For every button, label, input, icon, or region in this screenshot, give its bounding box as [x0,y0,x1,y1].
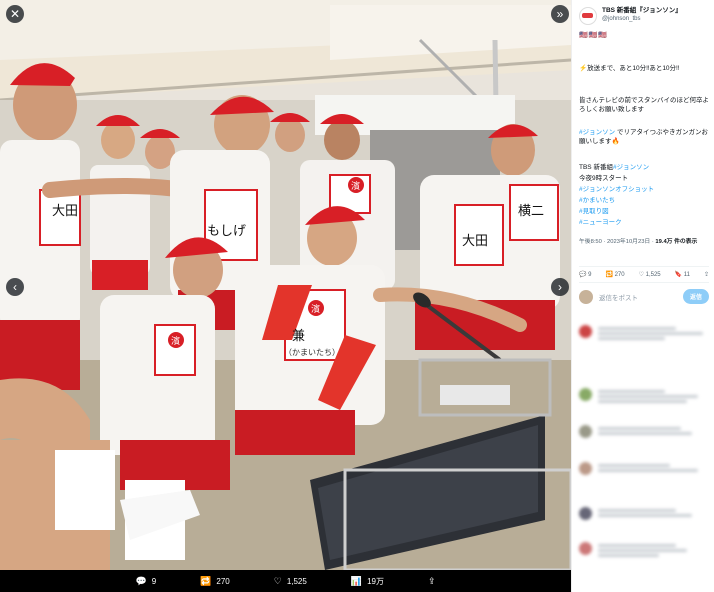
tweet-header: TBS 新番組『ジョンソン』 @johnson_tbs [579,7,682,25]
retweet-count: 270 [614,272,625,278]
reply-item[interactable] [579,542,709,559]
share-action[interactable]: ⇪ [428,576,436,587]
bib-logo: 濱 [171,335,180,347]
hashtag-link[interactable]: #ジョンソンオフショット [579,185,709,194]
reply-item[interactable] [579,507,709,520]
reply-stat[interactable]: 💬 9 [579,271,591,278]
tweet-meta: 午後8:50 · 2023年10月23日 · 19.4万 件の表示 [579,236,711,245]
hashtag-link[interactable]: #見取り図 [579,207,709,216]
like-count: 1,525 [286,576,307,586]
expand-sidebar-icon[interactable]: » [551,5,569,23]
reply-count: 9 [588,272,592,278]
bib-label: 横二 [518,204,544,219]
bib-label: 大田 [462,234,488,249]
bib-sub-label: （かまいたち） [284,348,340,357]
share-stat[interactable]: ⇪ [704,271,709,278]
next-image-icon[interactable]: › [551,278,569,296]
avatar [579,289,593,304]
account-handle[interactable]: @johnson_tbs [602,15,682,23]
retweet-icon: 🔁 [200,575,212,586]
tweet-text-line: TBS 新番組#ジョンソン [579,163,709,172]
tweet-photo[interactable]: 大田 横二 もしげ 兼 （かまいたち） 大田 濱 濱 濱 ✕ » ‹ › 💬 9 … [0,0,571,592]
retweet-stat[interactable]: 🔁 270 [605,271,624,278]
view-count: 19.4万 件の表示 [655,239,698,245]
account-name[interactable]: TBS 新番組『ジョンソン』 [602,7,682,15]
retweet-action[interactable]: 🔁 270 [200,576,230,587]
bib-label: 大田 [52,204,78,219]
bookmark-stat[interactable]: 🔖 11 [675,271,690,278]
bib-label: もしげ [207,224,246,239]
tweet-text-line: 今夜9時スタート [579,175,629,182]
heart-icon: ♡ [273,575,282,586]
bib-label: 兼 [292,329,305,344]
hashtag-link[interactable]: #ジョンソン [579,129,615,136]
media-action-bar: 💬 9 🔁 270 ♡ 1,525 📊 19万 ⇪ [0,570,571,592]
bib-logo: 濱 [351,180,360,192]
tweet-sidebar: TBS 新番組『ジョンソン』 @johnson_tbs 🇺🇸🇺🇸🇺🇸 ⚡放送まで… [571,0,714,592]
reply-input[interactable]: 返信をポスト [599,292,677,302]
tweet-stats: 💬 9 🔁 270 ♡ 1,525 🔖 11 ⇪ [579,266,709,283]
reply-item[interactable] [579,462,709,475]
views-action[interactable]: 📊 19万 [351,576,384,587]
reply-icon: 💬 [135,575,147,586]
reply-button[interactable]: 返信 [682,289,709,304]
tweet-text-line: #ジョンソン でリアタイつぶやきガンガンお願いします🔥 [579,128,709,146]
reply-action[interactable]: 💬 9 [135,576,156,587]
close-icon[interactable]: ✕ [6,5,24,23]
like-action[interactable]: ♡ 1,525 [274,576,307,587]
bookmark-count: 11 [683,272,690,278]
bib-logo: 濱 [311,303,320,315]
like-count: 1,525 [645,272,661,278]
photo-scene: 大田 横二 もしげ 兼 （かまいたち） 大田 濱 濱 濱 [0,0,571,592]
tweet-text-line: ⚡放送まで、あと10分‼あと10分‼ [579,65,680,72]
timestamp[interactable]: 午後8:50 · 2023年10月23日 · [579,239,654,245]
previous-image-icon[interactable]: ‹ [6,278,24,296]
hashtag-link[interactable]: #ジョンソン [613,164,649,171]
retweet-count: 270 [216,576,230,586]
reply-count: 9 [151,576,157,586]
avatar[interactable] [579,7,597,25]
chart-icon: 📊 [350,575,363,586]
hashtag-link[interactable]: #かまいたち [579,196,709,205]
reply-item[interactable] [579,325,709,342]
tweet-text-line: 皆さんテレビの前でスタンバイのほど何卒よろしくお願い致します [579,97,709,113]
reply-item[interactable] [579,425,709,438]
flags-line: 🇺🇸🇺🇸🇺🇸 [579,32,609,39]
hashtag-link[interactable]: #ニューヨーク [579,218,709,227]
tweet-text: TBS 新番組 [579,164,613,171]
reply-item[interactable] [579,388,709,405]
like-stat[interactable]: ♡ 1,525 [639,271,661,278]
share-icon: ⇪ [427,575,436,586]
view-count: 19万 [367,576,384,586]
reply-composer: 返信をポスト 返信 [579,289,709,304]
